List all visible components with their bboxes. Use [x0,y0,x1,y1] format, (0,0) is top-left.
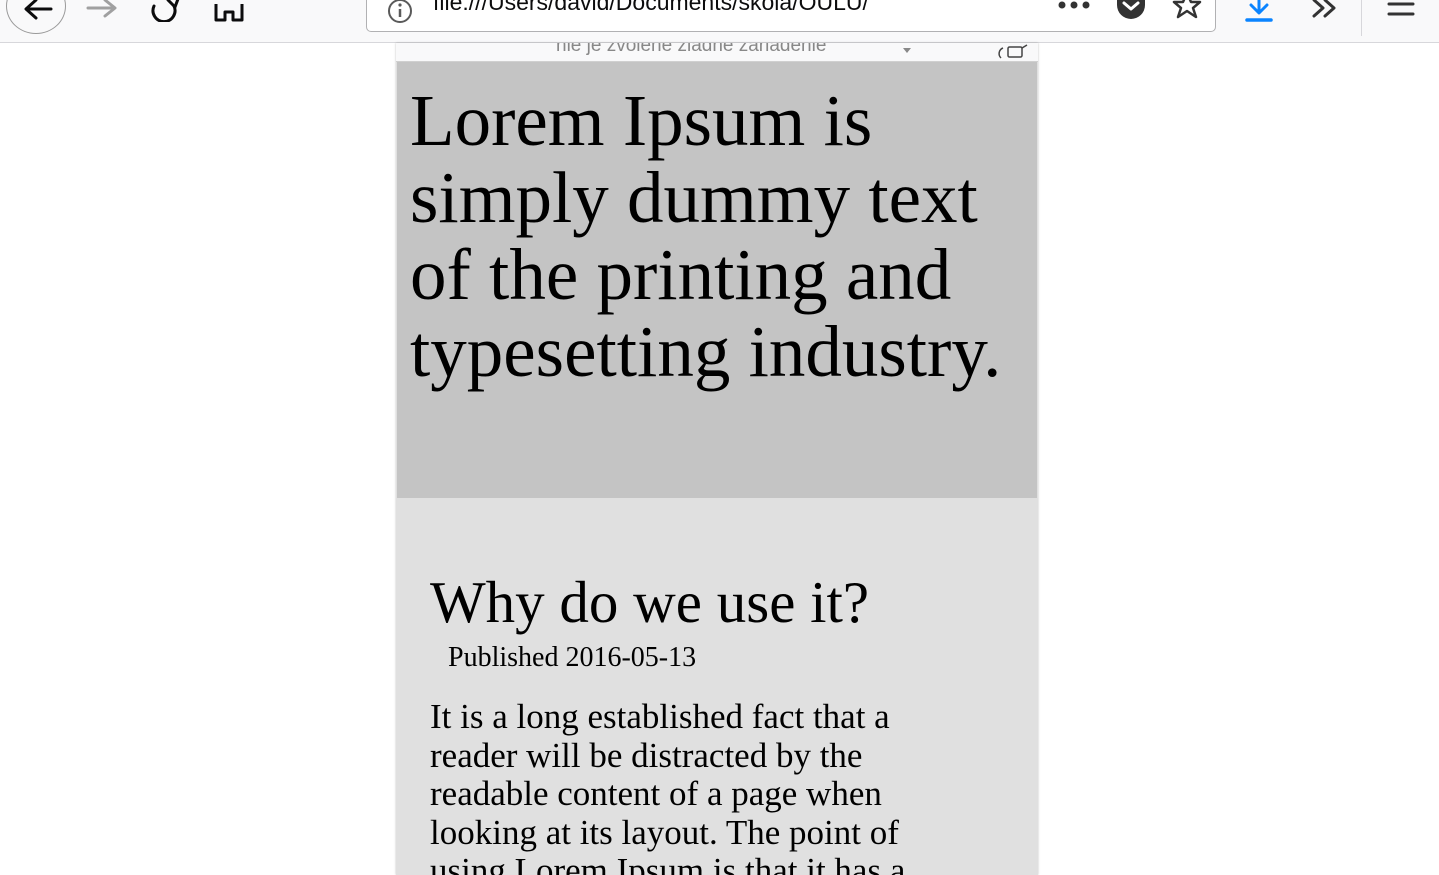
url-bar[interactable]: file:///Users/david/Documents/skola/OULU… [366,0,1216,32]
device-toolbar: nie je zvolené žiadne zariadenie [396,43,1038,62]
article-section: Why do we use it? Published 2016-05-13 I… [397,498,1037,875]
article-title: Why do we use it? [430,569,870,635]
chevrons-right-icon [1312,0,1336,18]
reload-icon [151,0,180,22]
forward-arrow-icon [86,0,117,18]
forward-button[interactable] [84,0,120,20]
published-date: Published 2016-05-13 [448,642,697,673]
menu-button[interactable] [1384,0,1418,20]
hamburger-menu-icon [1387,2,1415,16]
home-icon [214,4,244,22]
url-text: file:///Users/david/Documents/skola/OULU… [433,0,869,15]
reload-button[interactable] [148,0,182,22]
back-button[interactable] [6,0,66,34]
download-icon [1245,0,1273,22]
info-icon [388,0,412,23]
home-button[interactable] [212,0,246,22]
browser-toolbar: file:///Users/david/Documents/skola/OULU… [0,0,1439,43]
downloads-button[interactable] [1242,0,1276,24]
chevron-down-icon [903,48,911,53]
hero-section: Lorem Ipsum is simply dummy text of the … [397,62,1037,498]
responsive-device-frame: nie je zvolené žiadne zariadenie Lorem I… [396,43,1038,875]
toolbar-divider [1361,0,1362,36]
article-body: It is a long established fact that a rea… [430,697,906,875]
hero-title: Lorem Ipsum is simply dummy text of the … [410,80,1002,392]
rotate-device-icon[interactable] [997,44,1029,60]
overflow-button[interactable] [1308,0,1342,22]
more-dots-icon[interactable] [1057,0,1091,11]
back-arrow-icon [24,0,53,20]
pocket-icon[interactable] [1115,0,1147,19]
star-icon[interactable] [1171,0,1203,19]
device-select[interactable]: nie je zvolené žiadne zariadenie [556,43,826,57]
